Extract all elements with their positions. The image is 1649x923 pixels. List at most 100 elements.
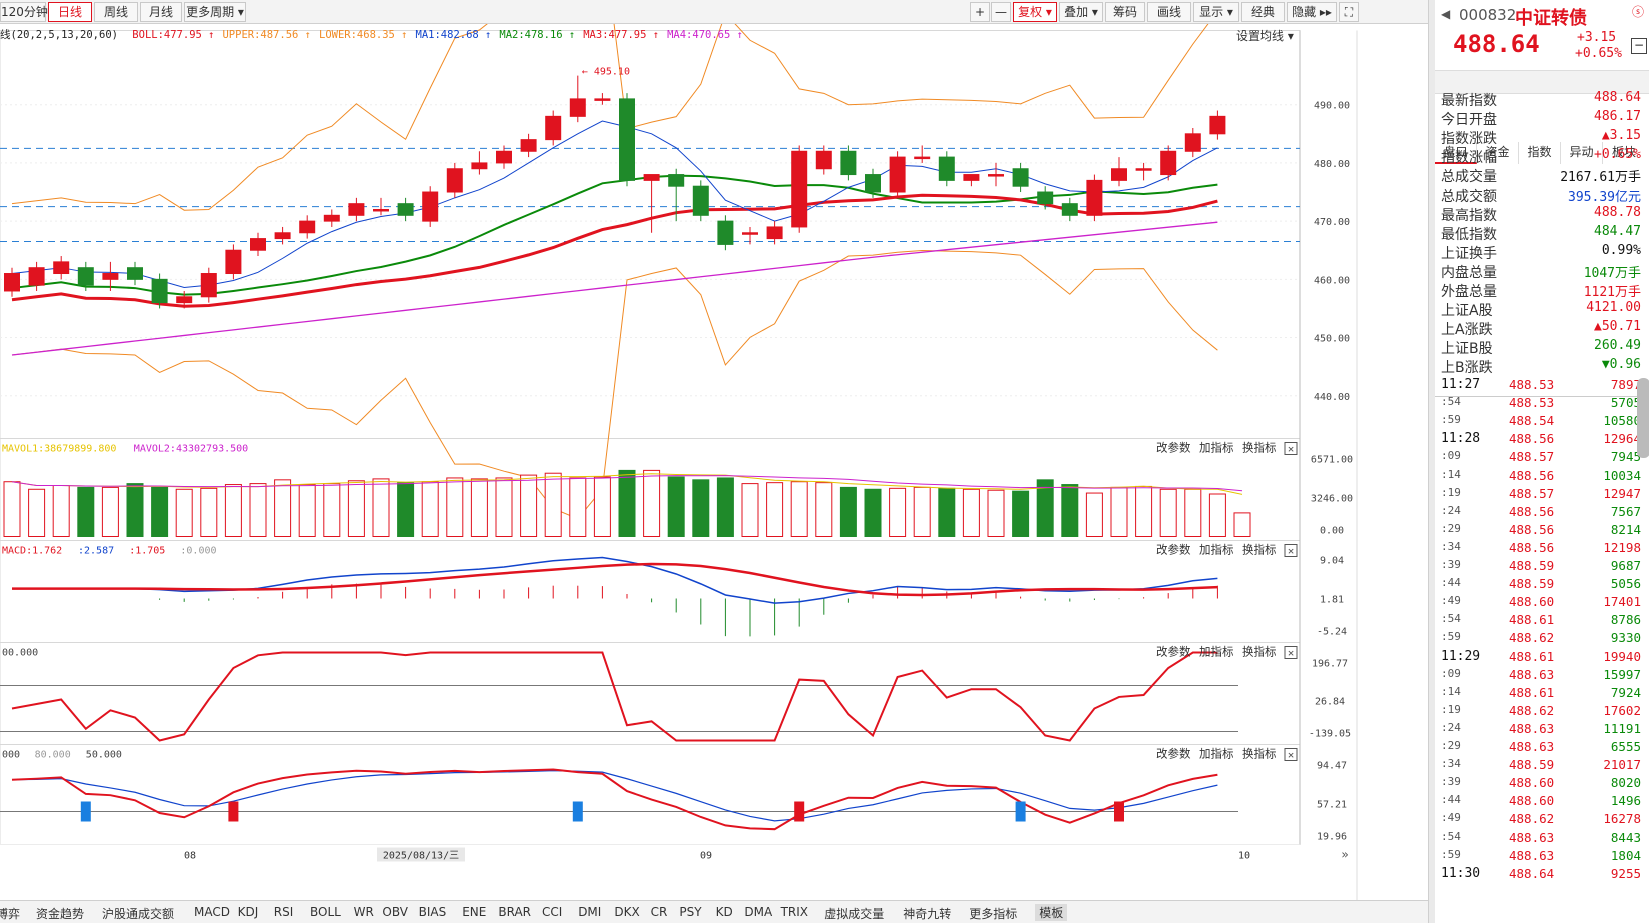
indicator-tab-trix[interactable]: TRIX: [781, 905, 808, 919]
back-arrow-icon[interactable]: ◀: [1441, 7, 1450, 21]
indicator-tab-bias[interactable]: BIAS: [419, 905, 447, 919]
tick-row: :59 488.54 10580: [1441, 413, 1641, 432]
app-window: 120分钟 日线 周线 月线 更多周期 ▾ + — 复权 ▾ 叠加 ▾ 筹码 画…: [0, 0, 1649, 923]
info-icon[interactable]: ⓢ: [1632, 3, 1644, 20]
candle-body: [1086, 179, 1103, 216]
period-day-button[interactable]: 日线: [48, 2, 92, 22]
x-tick-label: 08: [184, 851, 196, 862]
indicator-tab-博弈[interactable]: 博弈: [0, 905, 20, 922]
period-120min-button[interactable]: 120分钟: [0, 2, 48, 22]
candle-body: [791, 150, 808, 228]
indicator-tab-cci[interactable]: CCI: [542, 905, 562, 919]
indicator-tab-虚拟成交量[interactable]: 虚拟成交量: [824, 905, 884, 922]
edit-params-button[interactable]: 改参数: [1156, 645, 1191, 659]
indicator-tab-boll[interactable]: BOLL: [310, 905, 341, 919]
tick-row: :09 488.63 15997: [1441, 667, 1641, 686]
edit-params-button[interactable]: 改参数: [1156, 441, 1191, 455]
period-month-button[interactable]: 月线: [140, 2, 182, 22]
fullscreen-icon[interactable]: ⛶: [1339, 2, 1359, 22]
tick-volume: 19940: [1603, 648, 1641, 664]
price-tick-label: 470.00: [1314, 217, 1350, 228]
zoom-in-button[interactable]: +: [970, 2, 990, 22]
tick-price: 488.56: [1509, 539, 1555, 555]
switch-indicator-button[interactable]: 换指标: [1242, 543, 1277, 557]
indicator-tab-macd[interactable]: MACD: [194, 905, 230, 919]
indicator-tab-obv[interactable]: OBV: [382, 905, 408, 919]
scroll-right-icon[interactable]: »: [1341, 848, 1348, 862]
quote-value: 488.78: [1594, 204, 1641, 220]
kline-chart[interactable]: 490.00 480.00 470.00 460.00 450.00 440.00 ← 4…: [0, 24, 1428, 913]
indicator-tab-ene[interactable]: ENE: [462, 905, 486, 919]
indicator-tab-资金趋势[interactable]: 资金趋势: [36, 905, 84, 922]
indicator-tab-沪股通成交额[interactable]: 沪股通成交额: [102, 905, 174, 922]
tick-volume: 17602: [1603, 702, 1641, 718]
indicator-tab-psy[interactable]: PSY: [679, 905, 701, 919]
edit-params-button[interactable]: 改参数: [1156, 543, 1191, 557]
quote-value: +0.65%: [1594, 147, 1641, 163]
dead-cross-marker: [80, 801, 91, 822]
indicator-tab-kd[interactable]: KD: [716, 905, 733, 919]
indicator-tab-更多指标[interactable]: 更多指标: [969, 905, 1017, 922]
tick-price: 488.56: [1509, 503, 1555, 519]
volume-bar: [692, 479, 710, 538]
tick-scrollbar[interactable]: [1637, 378, 1649, 458]
cci-tick-label: -139.05: [1309, 729, 1351, 740]
classic-button[interactable]: 经典: [1241, 2, 1285, 22]
indicator-tab-dkx[interactable]: DKX: [614, 905, 639, 919]
candle-body: [815, 150, 832, 170]
volume-bar: [1061, 484, 1079, 537]
add-indicator-button[interactable]: 加指标: [1199, 543, 1234, 557]
set-ma-button[interactable]: 设置均线 ▾: [1236, 27, 1294, 44]
tick-volume: 11191: [1603, 720, 1641, 736]
overlay-dropdown[interactable]: 叠加 ▾: [1059, 2, 1103, 22]
add-indicator-button[interactable]: 加指标: [1199, 645, 1234, 659]
indicator-tab-brar[interactable]: BRAR: [498, 905, 531, 919]
x-tick-label: 2025/08/13/三: [383, 851, 459, 862]
panel-0: [0, 30, 1301, 439]
tick-price: 488.59: [1509, 576, 1555, 592]
indicator-tab-神奇九转[interactable]: 神奇九转: [903, 905, 951, 922]
indicator-tab-dma[interactable]: DMA: [744, 905, 772, 919]
hide-button[interactable]: 隐藏 ▸▸: [1287, 2, 1337, 22]
volume-bar: [372, 478, 390, 537]
more-period-dropdown[interactable]: 更多周期 ▾: [184, 2, 246, 22]
panel-splitter[interactable]: [1429, 0, 1435, 923]
close-panel-icon: ×: [1288, 545, 1295, 558]
price-tick-label: 450.00: [1314, 334, 1350, 345]
display-dropdown[interactable]: 显示 ▾: [1193, 2, 1239, 22]
tick-price: 488.61: [1509, 684, 1555, 700]
macd-legend-item: :0.000: [180, 546, 216, 557]
add-indicator-button[interactable]: 加指标: [1199, 747, 1234, 761]
indicator-tab-rsi[interactable]: RSI: [274, 905, 294, 919]
tick-time: :09: [1441, 666, 1461, 680]
tick-price: 488.53: [1509, 377, 1555, 392]
candle-body: [77, 267, 94, 286]
period-week-button[interactable]: 周线: [94, 2, 138, 22]
add-indicator-button[interactable]: 加指标: [1199, 441, 1234, 455]
macd-tick-label: -5.24: [1317, 627, 1347, 638]
tick-time: :44: [1441, 576, 1461, 590]
draw-line-button[interactable]: 画线: [1147, 2, 1191, 22]
quote-value: 486.17: [1594, 109, 1641, 125]
indicator-tab-wr[interactable]: WR: [354, 905, 374, 919]
chips-button[interactable]: 筹码: [1105, 2, 1145, 22]
edit-params-button[interactable]: 改参数: [1156, 747, 1191, 761]
collapse-button[interactable]: −: [1631, 38, 1647, 54]
vol-tick-label: 0.00: [1320, 526, 1344, 537]
switch-indicator-button[interactable]: 换指标: [1242, 645, 1277, 659]
indicator-tab-cr[interactable]: CR: [651, 905, 668, 919]
close-panel-icon: ×: [1288, 647, 1295, 660]
indicator-tab-模板[interactable]: 模板: [1035, 904, 1068, 921]
switch-indicator-button[interactable]: 换指标: [1242, 747, 1277, 761]
panel-3: [0, 642, 1301, 745]
indicator-tab-dmi[interactable]: DMI: [578, 905, 601, 919]
adjust-dropdown[interactable]: 复权 ▾: [1013, 2, 1057, 22]
indicator-tab-kdj[interactable]: KDJ: [238, 905, 259, 919]
tick-price: 488.60: [1509, 793, 1555, 809]
candle-body: [127, 267, 143, 280]
switch-indicator-button[interactable]: 换指标: [1242, 441, 1277, 455]
volume-bar: [593, 476, 611, 537]
quote-row: 指数涨跌 ▲3.15: [1441, 128, 1641, 148]
tick-row: :49 488.60 17401: [1441, 594, 1641, 613]
zoom-out-button[interactable]: —: [991, 2, 1011, 22]
